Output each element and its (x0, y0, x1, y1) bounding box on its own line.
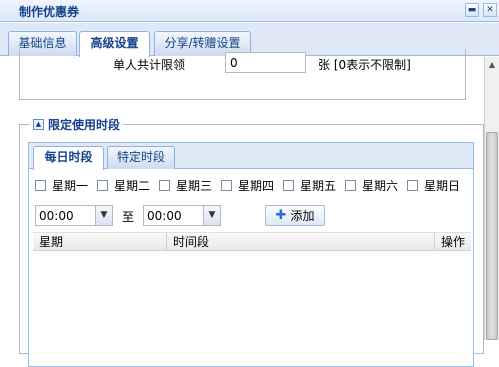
fieldset-collapse-icon[interactable]: ▲ (33, 119, 44, 130)
weekday-label: 星期三 (176, 179, 213, 193)
close-icon[interactable]: ✕ (483, 3, 497, 17)
checkbox[interactable] (221, 180, 232, 191)
window-titlebar: 制作优惠券 ▬ ✕ (0, 0, 499, 22)
scrollbar-thumb[interactable] (486, 132, 498, 340)
window-title: 制作优惠券 (19, 5, 80, 19)
start-time-value: 00:00 (39, 209, 74, 223)
weekday-label: 星期二 (114, 179, 151, 193)
chevron-down-icon[interactable]: ▼ (203, 206, 220, 225)
weekday-label: 星期四 (238, 179, 275, 193)
end-time-value: 00:00 (147, 209, 182, 223)
weekday-thu[interactable]: 星期四 (221, 177, 274, 194)
vertical-scrollbar[interactable]: ▲ (484, 57, 499, 340)
weekday-label: 星期五 (300, 179, 337, 193)
content-area: 单人共计限领 张 [0表示不限制] ▲ 限定使用时段 每日时段 特定时段 星期一… (0, 49, 484, 367)
chevron-down-icon[interactable]: ▼ (95, 206, 112, 225)
time-limit-legend-text: 限定使用时段 (48, 118, 121, 132)
checkbox[interactable] (159, 180, 170, 191)
plus-icon: ✚ (275, 208, 287, 223)
column-header-weekday[interactable]: 星期 (33, 233, 167, 251)
weekday-sun[interactable]: 星期日 (407, 177, 460, 194)
time-limit-legend[interactable]: ▲ 限定使用时段 (30, 116, 124, 133)
checkbox[interactable] (283, 180, 294, 191)
limit-label: 单人共计限领 (113, 58, 186, 72)
end-time-select[interactable]: 00:00 ▼ (143, 205, 221, 226)
add-button-label: 添加 (290, 209, 315, 223)
weekday-sat[interactable]: 星期六 (345, 177, 398, 194)
time-period-panel: 每日时段 特定时段 星期一 星期二 星期三 星期四 星期五 星期六 星期日 00… (28, 142, 474, 367)
limit-unit: 张 [0表示不限制] (318, 58, 411, 72)
limit-input[interactable] (225, 52, 306, 73)
weekday-wed[interactable]: 星期三 (159, 177, 212, 194)
limit-section: 单人共计限领 张 [0表示不限制] (19, 49, 466, 100)
period-grid-body (33, 251, 471, 361)
checkbox[interactable] (407, 180, 418, 191)
add-button[interactable]: ✚ 添加 (265, 205, 325, 226)
collapse-icon[interactable]: ▬ (465, 3, 479, 17)
period-grid-header: 星期 时间段 操作 (33, 232, 471, 251)
time-limit-fieldset: ▲ 限定使用时段 每日时段 特定时段 星期一 星期二 星期三 星期四 星期五 星… (19, 116, 484, 367)
checkbox[interactable] (345, 180, 356, 191)
weekday-label: 星期六 (362, 179, 399, 193)
column-header-action[interactable]: 操作 (435, 233, 471, 251)
weekday-fri[interactable]: 星期五 (283, 177, 336, 194)
weekday-label: 星期一 (52, 179, 89, 193)
scroll-up-icon[interactable]: ▲ (485, 57, 499, 73)
weekday-mon[interactable]: 星期一 (35, 177, 88, 194)
checkbox[interactable] (97, 180, 108, 191)
tab-specific-period[interactable]: 特定时段 (107, 146, 175, 169)
tab-daily-period[interactable]: 每日时段 (33, 146, 104, 170)
column-header-period[interactable]: 时间段 (167, 233, 435, 251)
checkbox[interactable] (35, 180, 46, 191)
to-label: 至 (122, 210, 135, 224)
time-period-tabbar: 每日时段 特定时段 (29, 143, 473, 170)
weekday-label: 星期日 (424, 179, 461, 193)
weekday-tue[interactable]: 星期二 (97, 177, 150, 194)
start-time-select[interactable]: 00:00 ▼ (35, 205, 113, 226)
